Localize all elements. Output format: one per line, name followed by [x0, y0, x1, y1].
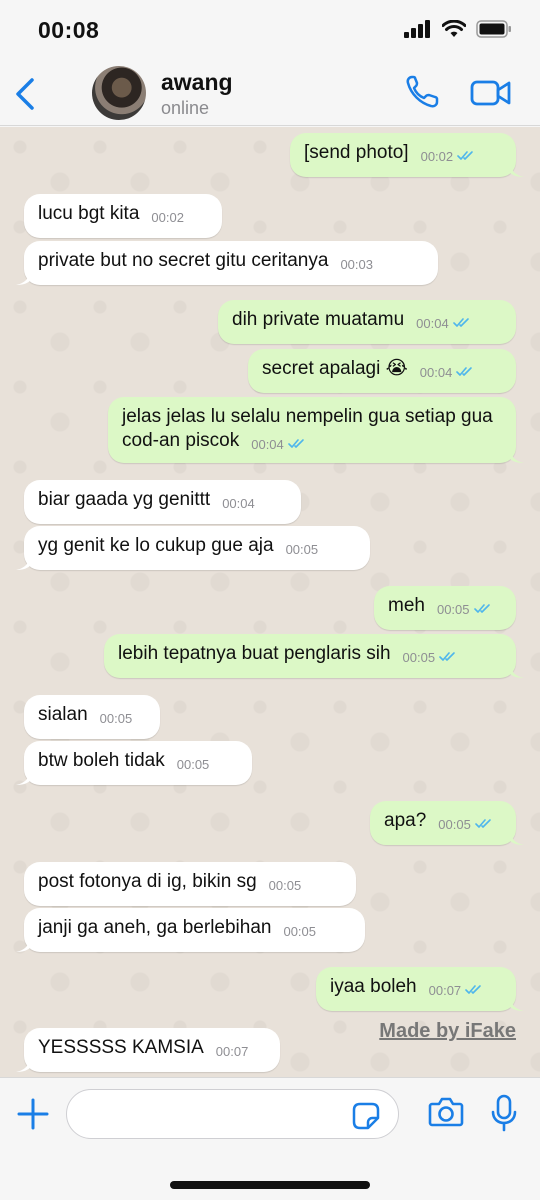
wifi-icon — [442, 20, 466, 37]
message-text: [send photo] — [304, 142, 409, 163]
read-checkmarks-icon — [439, 652, 455, 661]
message-text: dih private muatamu — [232, 309, 405, 330]
incoming-message[interactable]: biar gaada yg genittt 00:04 — [24, 480, 301, 524]
message-input[interactable] — [66, 1089, 399, 1139]
status-icons — [404, 20, 512, 38]
outgoing-message[interactable]: jelas jelas lu selalu nempelin gua setia… — [108, 397, 524, 463]
status-time: 00:08 — [38, 17, 100, 43]
message-text: private but no secret gitu ceritanya — [38, 250, 329, 271]
message-time: 00:02 — [420, 149, 454, 164]
chevron-left-icon[interactable] — [10, 74, 40, 114]
battery-icon — [476, 20, 511, 38]
signal-icon — [404, 20, 430, 38]
message-time: 00:05 — [99, 711, 133, 726]
bubble-tail — [16, 769, 30, 785]
outgoing-message[interactable]: lebih tepatnya buat penglaris sih 00:05 — [104, 634, 524, 678]
message-time: 00:07 — [428, 983, 462, 998]
contact-name[interactable]: awang — [161, 69, 233, 96]
home-indicator — [170, 1181, 370, 1189]
read-checkmarks-icon — [456, 367, 473, 376]
outgoing-message[interactable]: [send photo] 00:02 — [290, 133, 524, 177]
message-text: lebih tepatnya buat penglaris sih — [118, 643, 391, 664]
chat-header: awang online — [0, 60, 540, 126]
message-time: 00:04 — [222, 496, 255, 511]
input-bar — [0, 1077, 540, 1200]
incoming-message[interactable]: private but no secret gitu ceritanya 00:0… — [16, 241, 438, 285]
microphone-icon[interactable] — [491, 1094, 517, 1132]
message-time: 00:05 — [438, 817, 471, 832]
message-time: 00:04 — [416, 316, 449, 331]
read-checkmarks-icon — [475, 819, 491, 828]
outgoing-message[interactable]: secret apalagi 😭 00:04 — [248, 349, 516, 393]
message-text: sialan — [38, 704, 88, 725]
status-bar: 00:08 — [0, 0, 540, 60]
message-time: 00:05 — [436, 602, 470, 617]
incoming-message[interactable]: btw boleh tidak 00:05 — [16, 741, 252, 785]
outgoing-message[interactable]: dih private muatamu 00:04 — [218, 300, 516, 344]
message-time: 00:02 — [151, 210, 184, 225]
message-text: meh — [388, 595, 425, 616]
message-text: lucu bgt kita — [38, 203, 140, 224]
bubble-tail — [16, 1056, 30, 1072]
outgoing-message[interactable]: meh 00:05 — [374, 586, 516, 630]
plus-icon[interactable] — [17, 1098, 49, 1130]
incoming-message[interactable]: YESSSSS KAMSIA 00:07 — [16, 1028, 280, 1072]
video-camera-icon[interactable] — [470, 76, 512, 110]
sticker-icon[interactable] — [352, 1102, 380, 1130]
avatar[interactable] — [92, 66, 146, 120]
message-text: biar gaada yg genittt — [38, 489, 211, 510]
message-time: 00:05 — [176, 757, 210, 772]
message-time: 00:04 — [419, 365, 453, 380]
message-time: 00:05 — [285, 542, 319, 557]
read-checkmarks-icon — [473, 604, 490, 613]
message-text: janji ga aneh, ga berlebihan — [38, 917, 272, 938]
message-text: secret apalagi 😭 — [262, 358, 408, 379]
bubble-tail — [510, 161, 524, 177]
incoming-message[interactable]: sialan 00:05 — [24, 695, 160, 739]
bubble-tail — [510, 447, 524, 463]
message-text: jelas jelas lu selalu nempelin gua setia… — [122, 406, 493, 451]
bubble-tail — [16, 936, 30, 952]
read-checkmarks-icon — [457, 151, 473, 160]
bubble-tail — [510, 829, 524, 845]
outgoing-message[interactable]: iyaa boleh 00:07 — [316, 967, 524, 1011]
message-time: 00:05 — [402, 650, 436, 665]
message-time: 00:07 — [215, 1044, 249, 1059]
phone-icon[interactable] — [404, 74, 440, 110]
bubble-tail — [16, 554, 30, 570]
watermark-text: Made by iFake — [379, 1020, 516, 1042]
message-time: 00:04 — [251, 437, 284, 452]
message-time: 00:03 — [340, 257, 373, 272]
outgoing-message[interactable]: apa? 00:05 — [370, 801, 524, 845]
incoming-message[interactable]: janji ga aneh, ga berlebihan 00:05 — [16, 908, 365, 952]
chat-area[interactable]: [send photo] 00:02 lucu bgt kita 00:02 priva… — [0, 127, 540, 1077]
message-text: apa? — [384, 810, 427, 831]
message-text: YESSSSS KAMSIA — [38, 1037, 204, 1058]
bubble-tail — [510, 662, 524, 678]
incoming-message[interactable]: lucu bgt kita 00:02 — [24, 194, 222, 238]
camera-icon[interactable] — [428, 1096, 464, 1128]
message-text: btw boleh tidak — [38, 750, 165, 771]
read-checkmarks-icon — [465, 985, 481, 994]
bubble-tail — [16, 269, 30, 285]
message-text: post fotonya di ig, bikin sg — [38, 871, 257, 892]
contact-status: online — [161, 98, 210, 118]
message-text: yg genit ke lo cukup gue aja — [38, 535, 274, 556]
read-checkmarks-icon — [452, 318, 469, 327]
incoming-message[interactable]: post fotonya di ig, bikin sg 00:05 — [24, 862, 356, 906]
bubble-tail — [510, 995, 524, 1011]
incoming-message[interactable]: yg genit ke lo cukup gue aja 00:05 — [16, 526, 370, 570]
read-checkmarks-icon — [287, 439, 304, 448]
message-time: 00:05 — [268, 878, 302, 893]
message-text: iyaa boleh — [330, 976, 417, 997]
message-time: 00:05 — [283, 924, 317, 939]
